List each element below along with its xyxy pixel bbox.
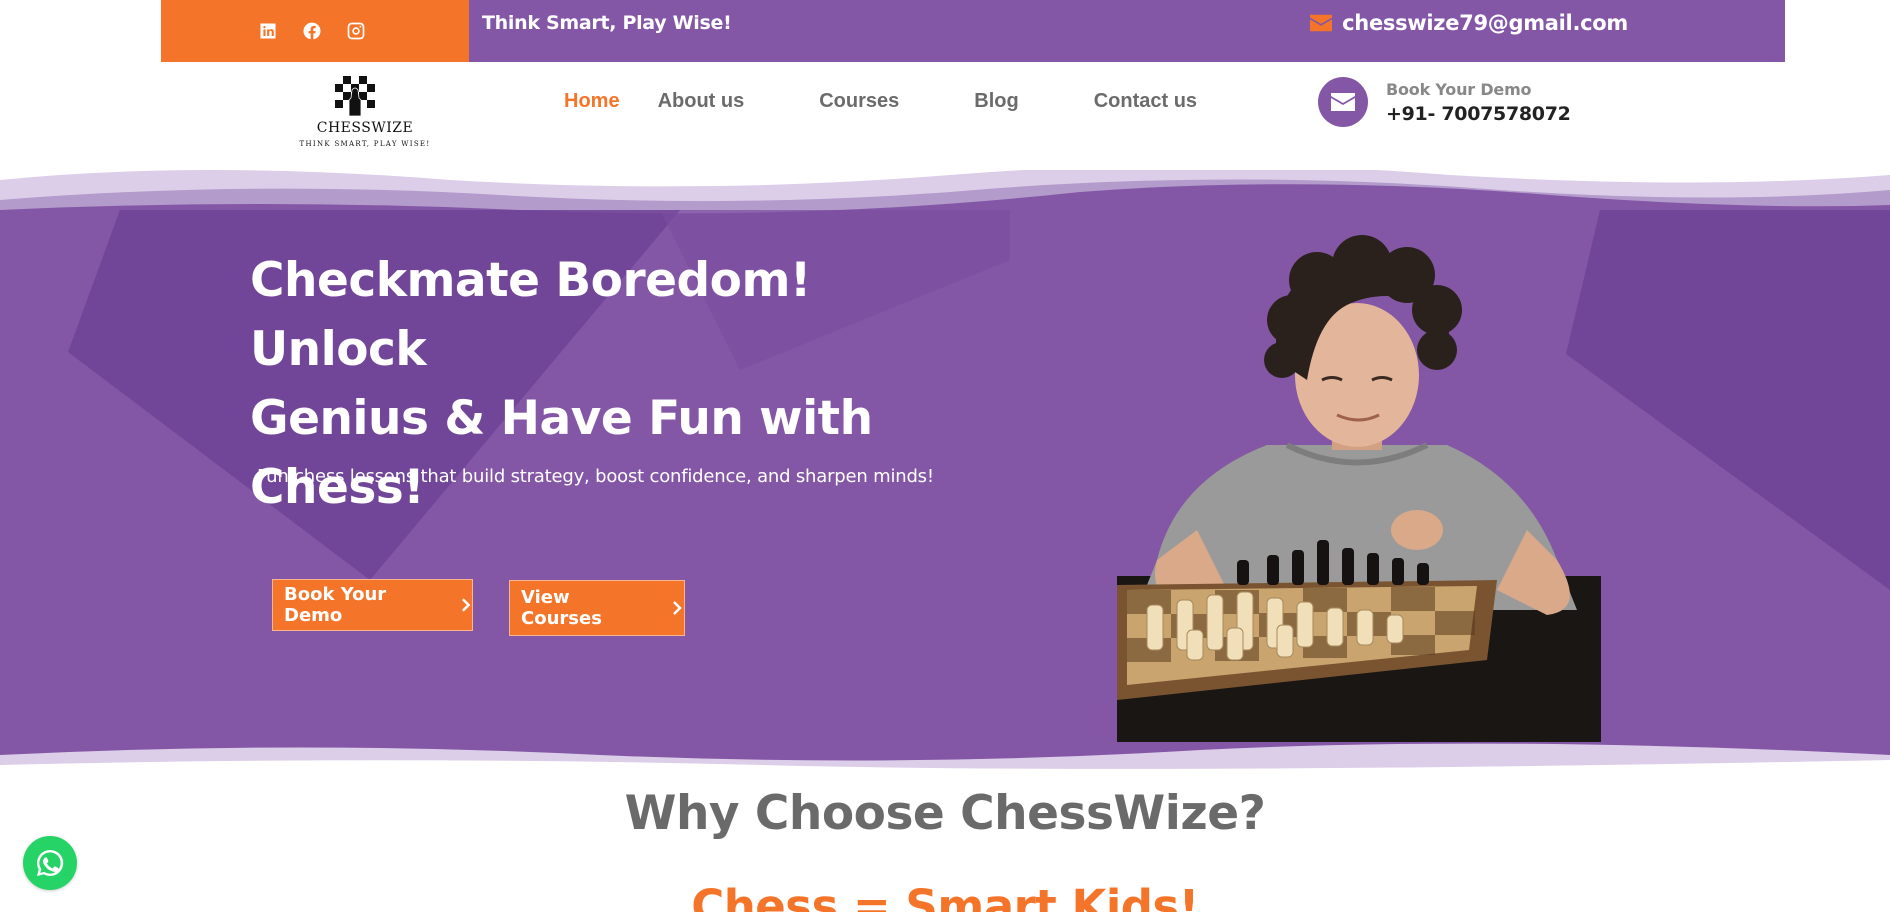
top-bar: Think Smart, Play Wise! chesswize79@gmai…	[161, 0, 1785, 62]
email-text: chesswize79@gmail.com	[1342, 11, 1628, 35]
nav-about-us[interactable]: About us	[658, 90, 745, 113]
hero-title-line-1: Checkmate Boredom! Unlock	[250, 253, 811, 377]
main-nav: Home About us Courses Blog Contact us	[564, 90, 1197, 113]
book-demo-contact[interactable]: Book Your Demo +91- 7007578072	[1318, 77, 1571, 127]
chevron-right-icon	[673, 601, 682, 615]
tagline: Think Smart, Play Wise!	[482, 12, 732, 34]
logo-tagline: THINK SMART, PLAY WISE!	[299, 140, 431, 148]
email-link[interactable]: chesswize79@gmail.com	[1310, 11, 1628, 35]
book-demo-button[interactable]: Book Your Demo	[272, 579, 473, 631]
hero-title-line-2: Genius & Have Fun with	[250, 391, 873, 446]
book-demo-label: Book Your Demo	[284, 584, 387, 626]
chess-smart-kids-heading: Chess = Smart Kids!	[691, 880, 1199, 912]
social-links	[161, 0, 469, 62]
hero-subtitle: Fun chess lessons that build strategy, b…	[257, 466, 934, 487]
why-choose-heading: Why Choose ChessWize?	[624, 786, 1266, 841]
site-logo[interactable]: CHESSWIZE THINK SMART, PLAY WISE!	[292, 74, 438, 154]
nav-courses[interactable]: Courses	[819, 90, 899, 113]
chevron-right-icon	[461, 598, 470, 612]
linkedin-icon[interactable]	[257, 20, 279, 42]
instagram-icon[interactable]	[345, 20, 367, 42]
nav-blog[interactable]: Blog	[974, 90, 1018, 113]
view-courses-button[interactable]: View Courses	[509, 580, 685, 636]
envelope-icon	[1318, 77, 1368, 127]
whatsapp-icon	[37, 849, 64, 876]
nav-contact-us[interactable]: Contact us	[1094, 90, 1197, 113]
logo-name: CHESSWIZE	[316, 120, 414, 136]
view-courses-label: View Courses	[521, 587, 602, 629]
envelope-icon	[1310, 14, 1333, 32]
page: Think Smart, Play Wise! chesswize79@gmai…	[0, 0, 1890, 912]
demo-phone: +91- 7007578072	[1386, 102, 1571, 125]
nav-home[interactable]: Home	[564, 90, 620, 113]
demo-label: Book Your Demo	[1386, 79, 1532, 99]
boy-playing-chess-image	[1117, 235, 1601, 742]
hero-section: Checkmate Boredom! Unlock Genius & Have …	[0, 170, 1890, 770]
facebook-icon[interactable]	[301, 20, 323, 42]
chessboard-logo-icon	[335, 76, 375, 117]
whatsapp-button[interactable]	[23, 836, 77, 890]
top-bar-main: Think Smart, Play Wise! chesswize79@gmai…	[469, 0, 1785, 62]
